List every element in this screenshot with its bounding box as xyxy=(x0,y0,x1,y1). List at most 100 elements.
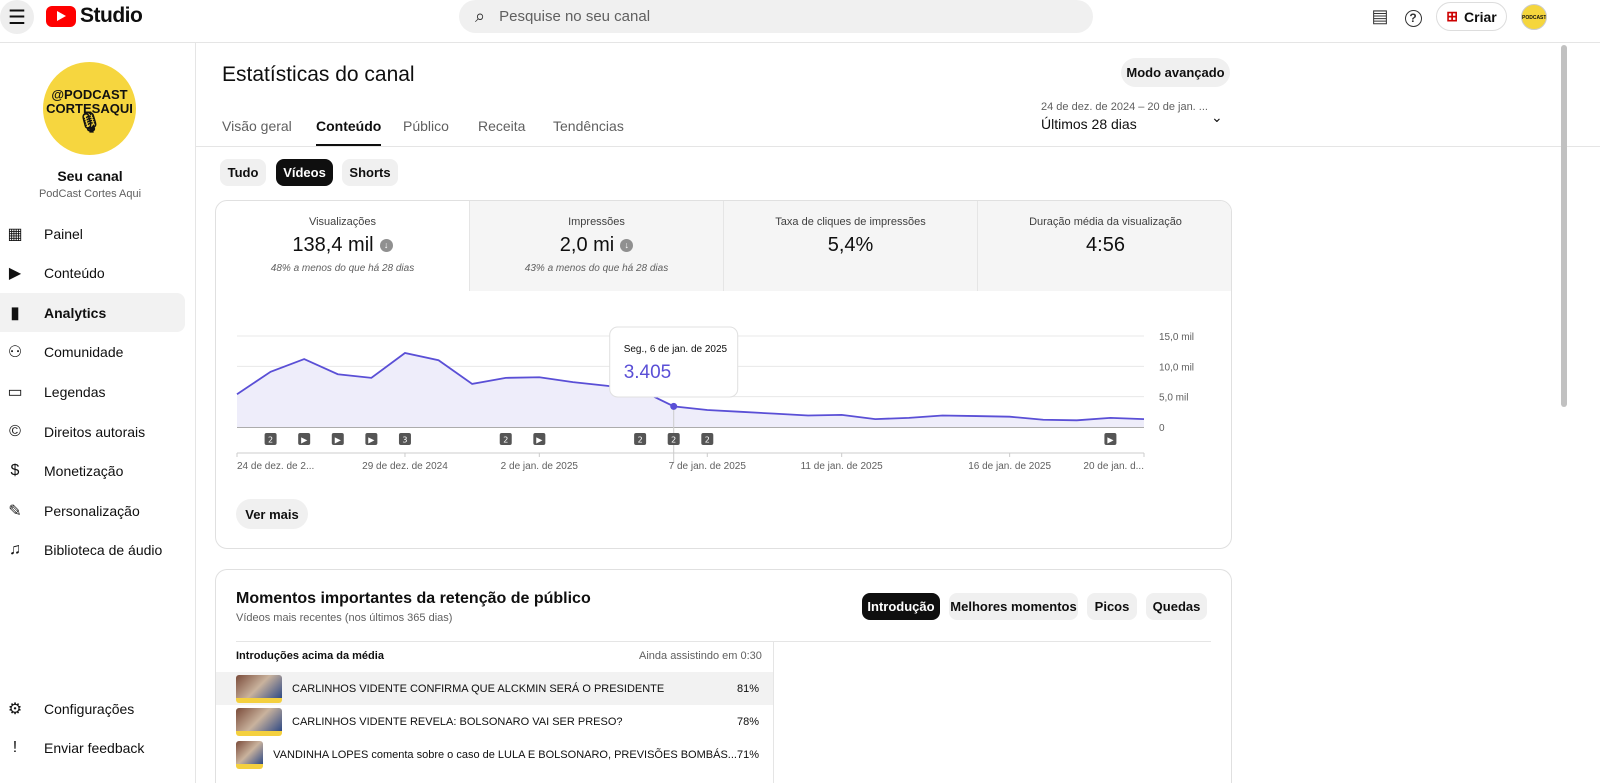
dashboard-icon: ▦ xyxy=(7,225,23,243)
channel-title: Seu canal xyxy=(57,168,123,184)
sidebar-item-comunidade[interactable]: ⚇ Comunidade xyxy=(0,333,185,372)
retention-title: Momentos importantes da retenção de públ… xyxy=(236,590,591,607)
tab-overview[interactable]: Visão geral xyxy=(222,118,292,147)
sidebar-item-label: Monetização xyxy=(44,463,124,480)
arrow-down-icon: ↓ xyxy=(379,239,393,252)
filter-all[interactable]: Tudo xyxy=(220,159,266,186)
sidebar-item-label: Configurações xyxy=(44,700,135,717)
date-range[interactable]: 24 de dez. de 2024 – 20 de jan. ... xyxy=(1041,101,1208,113)
stat-compare: 43% a menos do que há 28 dias xyxy=(524,263,669,274)
y-tick-label: 10,0 mil xyxy=(1159,362,1194,373)
top-bar: ☰ Studio ⌕ Pesquise no seu canal ▤ ? ⊞ Cri… xyxy=(0,0,1600,43)
video-marker-label: ▶ xyxy=(301,436,308,445)
studio-logo[interactable]: Studio xyxy=(46,4,143,28)
stat-compare: 48% a menos do que há 28 dias xyxy=(270,263,415,274)
tab-revenue[interactable]: Receita xyxy=(478,118,525,147)
x-tick-label: 24 de dez. de 2... xyxy=(237,461,314,472)
sidebar-item-settings[interactable]: ⚙ Configurações xyxy=(0,689,185,728)
create-video-icon: ⊞ xyxy=(1446,8,1459,24)
sidebar-item-label: Personalização xyxy=(44,502,140,519)
x-tick-label: 16 de jan. de 2025 xyxy=(968,461,1051,472)
retention-percent: 81% xyxy=(736,682,759,695)
tab-audience[interactable]: Público xyxy=(403,118,449,147)
sidebar-item-monetizacao[interactable]: $ Monetização xyxy=(0,452,185,491)
feedback-icon: ! xyxy=(12,738,18,756)
data-point xyxy=(670,402,678,410)
x-tick-label: 20 de jan. d... xyxy=(1083,461,1144,472)
page-title: Estatísticas do canal xyxy=(222,63,415,86)
period-select[interactable]: Últimos 28 dias xyxy=(1041,116,1137,132)
video-marker-label: ▶ xyxy=(335,436,342,445)
sidebar-item-feedback[interactable]: ! Enviar feedback xyxy=(0,728,185,767)
list-title: Introduções acima da média xyxy=(236,650,384,662)
y-tick-label: 5,0 mil xyxy=(1159,393,1188,404)
video-marker-label: 2 xyxy=(638,436,643,445)
filter-shorts[interactable]: Shorts xyxy=(342,159,398,186)
stat-label: Impressões xyxy=(568,216,625,228)
sidebar-item-label: Legendas xyxy=(44,383,106,400)
x-tick-label: 2 de jan. de 2025 xyxy=(501,461,579,472)
tab-peaks[interactable]: Picos xyxy=(1087,593,1137,620)
search-icon: ⌕ xyxy=(475,6,486,26)
video-title: VANDINHA LOPES comenta sobre o caso de L… xyxy=(273,748,737,761)
stat-views[interactable]: Visualizações 138,4 mil ↓ 48% a menos do … xyxy=(216,201,470,291)
sidebar-item-label: Comunidade xyxy=(44,344,124,361)
stat-impressions[interactable]: Impressões 2,0 mi ↓ 43% a menos do que há… xyxy=(470,201,724,291)
video-marker-label: 2 xyxy=(705,436,710,445)
sidebar-item-analytics[interactable]: ▮ Analytics xyxy=(0,293,185,333)
video-marker-label: ▶ xyxy=(536,436,543,445)
list-item[interactable]: VANDINHA LOPES comenta sobre o caso de L… xyxy=(216,738,773,771)
create-button[interactable]: ⊞ Criar xyxy=(1436,2,1507,31)
youtube-logo-icon xyxy=(46,5,76,27)
video-title: CARLINHOS VIDENTE CONFIRMA QUE ALCKMIN S… xyxy=(292,682,665,695)
stat-ctr[interactable]: Taxa de cliques de impressões 5,4% xyxy=(724,201,978,291)
stat-avg-duration[interactable]: Duração média da visualização 4:56 xyxy=(978,201,1231,291)
channel-avatar[interactable]: @PODCAST CORTESAQUI 🎙 xyxy=(43,62,136,155)
sidebar: @PODCAST CORTESAQUI 🎙 Seu canal PodCast Co… xyxy=(0,43,196,783)
see-more-button[interactable]: Ver mais xyxy=(236,499,308,529)
stat-label: Visualizações xyxy=(308,216,377,228)
list-metric: Ainda assistindo em 0:30 xyxy=(639,650,762,662)
channel-name: PodCast Cortes Aqui xyxy=(38,188,142,200)
list-item[interactable]: CARLINHOS VIDENTE CONFIRMA QUE ALCKMIN S… xyxy=(216,672,773,705)
sidebar-item-direitos-autorais[interactable]: © Direitos autorais xyxy=(0,412,185,451)
divider xyxy=(196,146,1600,147)
content-icon: ▶ xyxy=(8,265,22,283)
tab-content[interactable]: Conteúdo xyxy=(316,118,382,147)
retention-subtitle: Vídeos mais recentes (nos últimos 365 di… xyxy=(236,612,453,624)
money-icon: $ xyxy=(10,462,20,480)
video-marker-label: 2 xyxy=(671,436,676,445)
views-chart[interactable]: 0 5,0 mil 10,0 mil 15,0 mil 2 ▶ ▶ ▶ 3 2 ▶ 2 2 2 ▶ 24 de… xyxy=(216,291,1232,491)
avatar-text-1: @PODCAST xyxy=(51,86,128,102)
advanced-mode-button[interactable]: Modo avançado xyxy=(1121,58,1230,87)
tab-drops[interactable]: Quedas xyxy=(1146,593,1207,620)
search-input[interactable]: ⌕ Pesquise no seu canal xyxy=(459,0,1093,33)
sidebar-item-conteudo[interactable]: ▶ Conteúdo xyxy=(0,254,185,293)
sidebar-item-label: Enviar feedback xyxy=(44,739,145,756)
sidebar-item-biblioteca-audio[interactable]: ♫ Biblioteca de áudio xyxy=(0,531,185,570)
sidebar-item-personalizacao[interactable]: ✎ Personalização xyxy=(0,491,185,530)
list-item[interactable]: CARLINHOS VIDENTE REVELA: BOLSONARO VAI … xyxy=(216,705,773,738)
audio-library-icon: ♫ xyxy=(9,541,21,559)
tab-intro[interactable]: Introdução xyxy=(862,593,940,620)
chevron-down-icon[interactable]: ⌄ xyxy=(1211,109,1223,126)
sidebar-item-painel[interactable]: ▦ Painel xyxy=(0,214,185,253)
divider xyxy=(236,641,1211,642)
filter-videos[interactable]: Vídeos xyxy=(276,159,333,186)
x-tick-label: 29 de dez. de 2024 xyxy=(362,461,448,472)
sidebar-item-legendas[interactable]: ▭ Legendas xyxy=(0,372,185,411)
menu-icon[interactable]: ☰ xyxy=(0,0,34,34)
y-tick-label: 15,0 mil xyxy=(1159,332,1194,343)
comments-icon[interactable]: ▤ xyxy=(1369,6,1391,28)
sidebar-item-label: Conteúdo xyxy=(44,265,105,282)
account-avatar[interactable]: PODCAST CORTESAQUI xyxy=(1521,4,1547,30)
help-icon[interactable]: ? xyxy=(1402,6,1424,28)
video-marker-label: ▶ xyxy=(1107,436,1114,445)
analytics-icon: ▮ xyxy=(10,304,20,322)
tab-trends[interactable]: Tendências xyxy=(553,118,624,147)
tab-best-moments[interactable]: Melhores momentos xyxy=(949,593,1078,620)
x-tick-label: 11 de jan. de 2025 xyxy=(801,461,884,472)
scrollbar[interactable] xyxy=(1561,45,1567,407)
video-marker-label: ▶ xyxy=(368,436,375,445)
video-marker-label: 2 xyxy=(268,436,273,445)
